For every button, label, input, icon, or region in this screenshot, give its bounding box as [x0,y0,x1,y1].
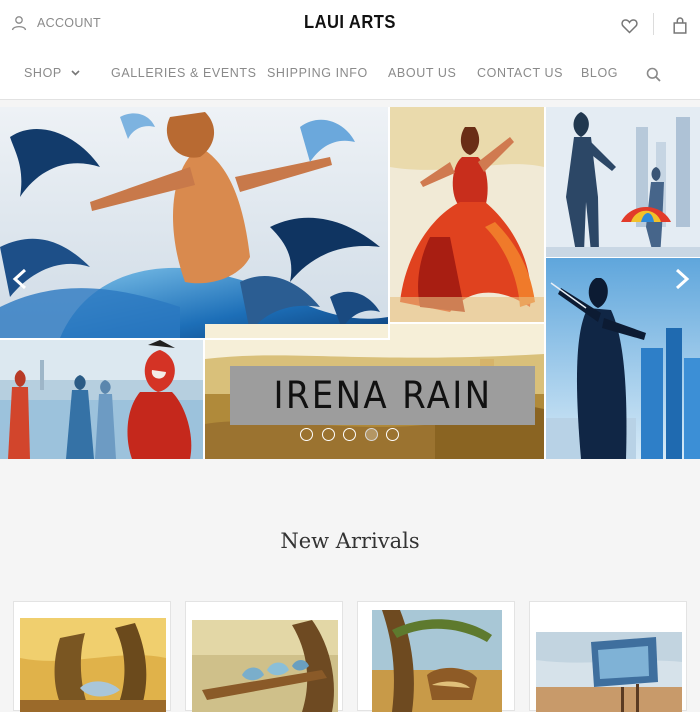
panel-divider [0,338,390,340]
search-icon[interactable] [646,67,661,82]
slider-dot[interactable] [343,428,356,441]
nav-shop-label: SHOP [24,66,62,80]
product-image [192,620,338,712]
chevron-right-icon[interactable] [673,268,691,290]
hero-banner: IRENA RAIN [230,366,535,425]
product-image [536,632,682,712]
slider-dot[interactable] [321,428,335,441]
panel-divider [544,107,546,459]
nav-about-us[interactable]: ABOUT US [388,66,456,80]
heart-icon[interactable] [621,18,638,34]
panel-divider [546,257,700,258]
painting-venice-carnival [0,340,203,459]
product-image [20,618,166,712]
new-arrivals-title: New Arrivals [280,529,420,553]
hero-banner-text: IRENA RAIN [273,374,492,417]
main-nav: SHOP GALLERIES & EVENTS SHIPPING INFO AB… [0,66,700,82]
chevron-left-icon[interactable] [11,268,29,290]
panel-divider [203,340,205,459]
account-link[interactable]: ACCOUNT [11,15,101,31]
product-card[interactable] [357,601,515,712]
chevron-down-icon [71,70,80,76]
nav-contact-us[interactable]: CONTACT US [477,66,563,80]
painting-flamenco-dancer [390,107,544,322]
shopping-bag-icon[interactable] [673,17,687,34]
slider-dot[interactable] [300,428,313,441]
product-card[interactable] [185,601,343,712]
logo-link[interactable]: LAUI ARTS [304,12,396,33]
account-label: ACCOUNT [37,16,101,30]
nav-blog[interactable]: BLOG [581,66,618,80]
painting-dancer-with-birds [0,107,388,338]
product-card[interactable] [529,601,687,712]
panel-divider [390,322,544,324]
slider-dots [300,428,408,443]
slider-dot[interactable] [386,428,399,441]
nav-shop[interactable]: SHOP [24,66,80,80]
site-header: ACCOUNT LAUI ARTS SHOP GALLERIES & EVENT… [0,0,700,100]
user-icon [11,16,27,31]
slider-dot-active[interactable] [364,428,378,441]
product-card[interactable] [13,601,171,712]
nav-galleries-events[interactable]: GALLERIES & EVENTS [111,66,257,80]
painting-figures-with-umbrella [546,107,700,257]
nav-shipping-info[interactable]: SHIPPING INFO [267,66,368,80]
logo: LAUI ARTS [0,12,700,33]
header-divider [653,13,654,35]
product-image [372,610,502,712]
panel-divider [388,107,390,338]
